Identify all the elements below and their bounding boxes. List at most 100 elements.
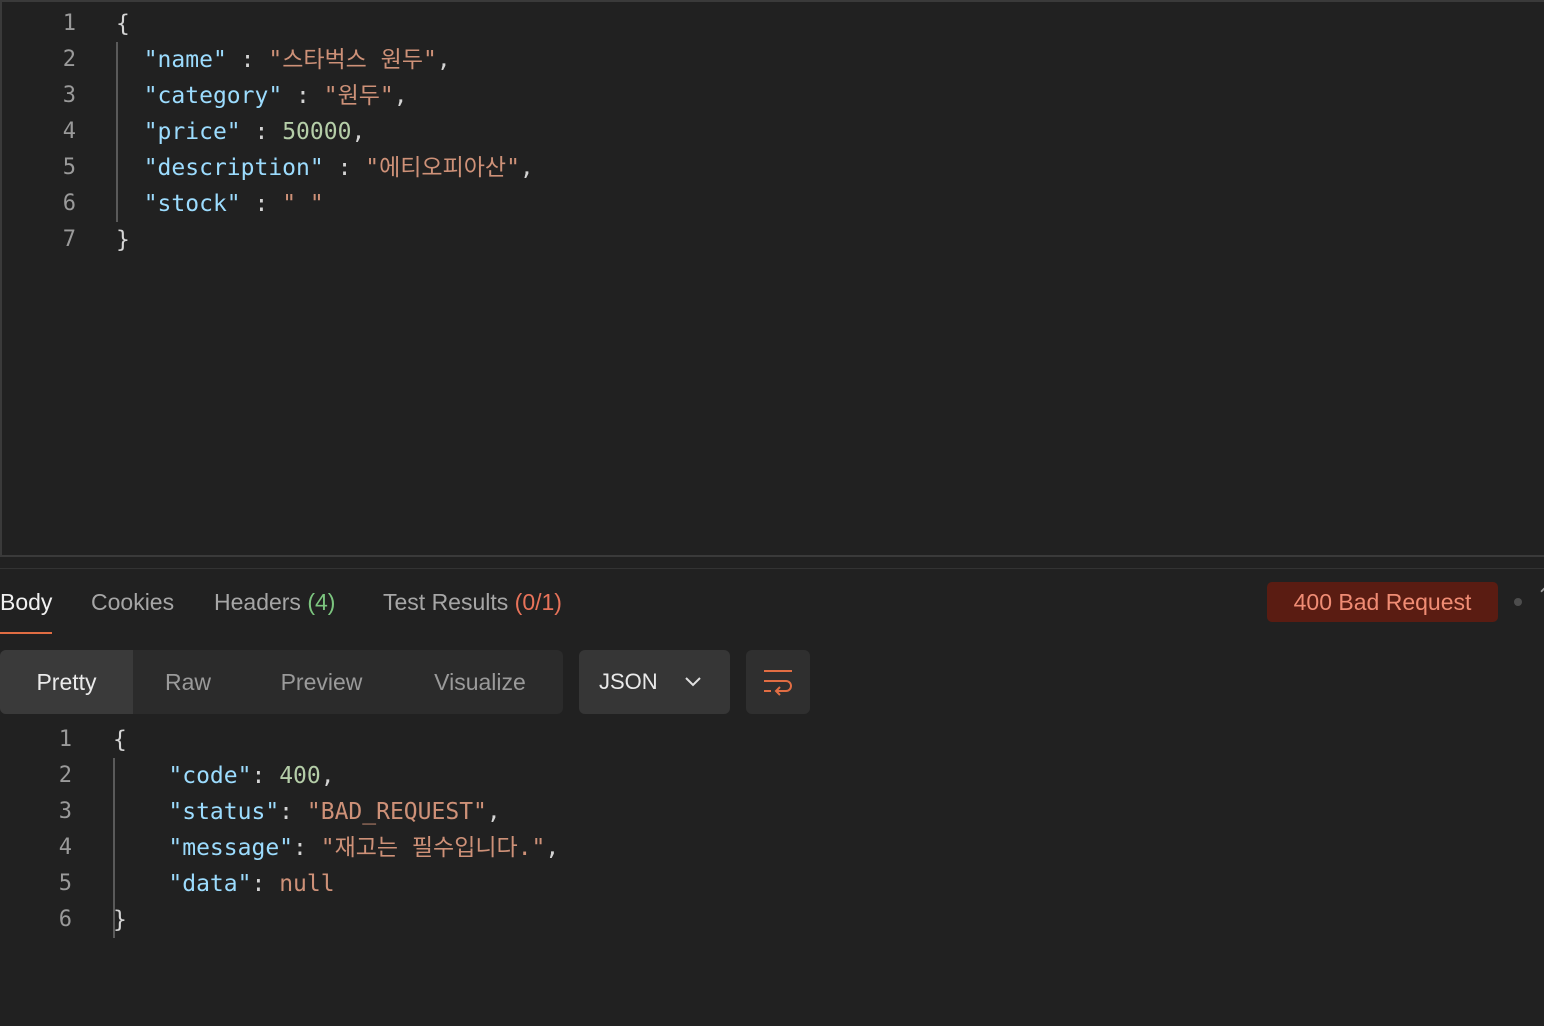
code-token: { bbox=[116, 11, 130, 37]
tab-headers-count: (4) bbox=[307, 589, 336, 615]
code-line: 1{ bbox=[0, 722, 1500, 758]
line-number: 4 bbox=[58, 835, 72, 860]
panel-divider[interactable] bbox=[0, 568, 1544, 569]
code-token: "BAD_REQUEST" bbox=[306, 799, 487, 825]
code-line: 7} bbox=[2, 222, 1502, 258]
code-token: : bbox=[251, 871, 280, 897]
line-number: 3 bbox=[58, 799, 72, 824]
code-token: { bbox=[113, 727, 127, 753]
code-text: { bbox=[113, 722, 127, 758]
code-line: 3 "status": "BAD_REQUEST", bbox=[0, 794, 1500, 830]
code-text: "description" : "에티오피아산", bbox=[116, 150, 534, 186]
line-number: 5 bbox=[58, 871, 72, 896]
response-body-viewer[interactable]: 1{2 "code": 400, 3 "status": "BAD_REQUEST… bbox=[0, 722, 1544, 1026]
tab-test-results[interactable]: Test Results (0/1) bbox=[383, 574, 562, 632]
code-text: "code": 400, bbox=[113, 758, 335, 794]
wrap-lines-button[interactable] bbox=[746, 650, 810, 714]
code-line: 5 "description" : "에티오피아산", bbox=[2, 150, 1502, 186]
status-badge[interactable]: 400 Bad Request bbox=[1267, 582, 1498, 622]
code-token: } bbox=[113, 907, 127, 933]
code-line: 5 "data": null bbox=[0, 866, 1500, 902]
format-dropdown-label: JSON bbox=[599, 669, 658, 694]
code-token: , bbox=[519, 155, 534, 181]
code-line: 6 "stock" : " " bbox=[2, 186, 1502, 222]
view-pretty[interactable]: Pretty bbox=[0, 650, 133, 714]
code-token: , bbox=[545, 835, 560, 861]
code-text: } bbox=[113, 902, 127, 938]
code-token: , bbox=[320, 763, 335, 789]
tab-cookies-label: Cookies bbox=[91, 589, 175, 615]
line-number: 2 bbox=[62, 47, 76, 72]
code-token: "data" bbox=[168, 871, 252, 897]
code-token: "스타벅스 원두" bbox=[268, 47, 437, 73]
code-text: "data": null bbox=[113, 866, 335, 902]
code-token: "price" bbox=[143, 119, 241, 145]
code-token: : bbox=[251, 763, 280, 789]
code-token: : bbox=[240, 119, 283, 145]
code-text: "category" : "원두", bbox=[116, 78, 408, 114]
code-token: } bbox=[116, 227, 130, 253]
code-text: "message": "재고는 필수입니다.", bbox=[113, 830, 559, 866]
separator-dot bbox=[1514, 598, 1522, 606]
code-token: 400 bbox=[279, 763, 321, 789]
chevron-down-icon bbox=[685, 677, 701, 687]
line-number: 7 bbox=[62, 227, 76, 252]
code-text: "status": "BAD_REQUEST", bbox=[113, 794, 501, 830]
line-number: 1 bbox=[58, 727, 72, 752]
code-token: "status" bbox=[168, 799, 280, 825]
code-token: "재고는 필수입니다." bbox=[320, 835, 546, 861]
code-text: } bbox=[116, 222, 130, 258]
request-body-editor[interactable]: 1{2 "name" : "스타벅스 원두", 3 "category" : "원… bbox=[0, 0, 1544, 557]
code-line: 1{ bbox=[2, 6, 1502, 42]
code-text: "name" : "스타벅스 원두", bbox=[116, 42, 451, 78]
code-line: 2 "name" : "스타벅스 원두", bbox=[2, 42, 1502, 78]
code-line: 6} bbox=[0, 902, 1500, 938]
code-token: "code" bbox=[168, 763, 252, 789]
view-raw[interactable]: Raw bbox=[133, 650, 243, 714]
view-visualize[interactable]: Visualize bbox=[400, 650, 560, 714]
line-number: 3 bbox=[62, 83, 76, 108]
code-token: : bbox=[323, 155, 366, 181]
code-token: "name" bbox=[143, 47, 227, 73]
line-number: 6 bbox=[58, 907, 72, 932]
code-token: : bbox=[293, 835, 321, 861]
code-token: , bbox=[436, 47, 451, 73]
tab-body[interactable]: Body bbox=[0, 574, 53, 634]
code-token: 50000 bbox=[282, 119, 352, 145]
line-number: 6 bbox=[62, 191, 76, 216]
line-number: 5 bbox=[62, 155, 76, 180]
code-line: 3 "category" : "원두", bbox=[2, 78, 1502, 114]
code-token: : bbox=[226, 47, 269, 73]
view-preview[interactable]: Preview bbox=[250, 650, 393, 714]
line-number: 4 bbox=[62, 119, 76, 144]
code-token: : bbox=[279, 799, 307, 825]
tab-test-results-count: (0/1) bbox=[514, 589, 562, 615]
code-token: : bbox=[240, 191, 283, 217]
code-token: , bbox=[393, 83, 408, 109]
tab-body-label: Body bbox=[0, 589, 53, 615]
code-token: "원두" bbox=[323, 83, 394, 109]
tab-test-results-label: Test Results bbox=[383, 589, 509, 615]
tab-cookies[interactable]: Cookies bbox=[91, 574, 174, 632]
view-mode-selector: Pretty Raw Preview Visualize bbox=[0, 650, 563, 714]
code-token: , bbox=[486, 799, 501, 825]
format-dropdown[interactable]: JSON bbox=[579, 650, 730, 714]
code-text: { bbox=[116, 6, 130, 42]
code-text: "price" : 50000, bbox=[116, 114, 366, 150]
tab-headers[interactable]: Headers (4) bbox=[214, 574, 335, 632]
code-token: "message" bbox=[168, 835, 294, 861]
code-token: "에티오피아산" bbox=[365, 155, 520, 181]
code-token: "stock" bbox=[143, 191, 241, 217]
arrow-icon[interactable]: ↑ bbox=[1536, 584, 1544, 609]
code-token: "category" bbox=[143, 83, 283, 109]
code-line: 2 "code": 400, bbox=[0, 758, 1500, 794]
code-text: "stock" : " " bbox=[116, 186, 324, 222]
code-token: null bbox=[279, 871, 335, 897]
